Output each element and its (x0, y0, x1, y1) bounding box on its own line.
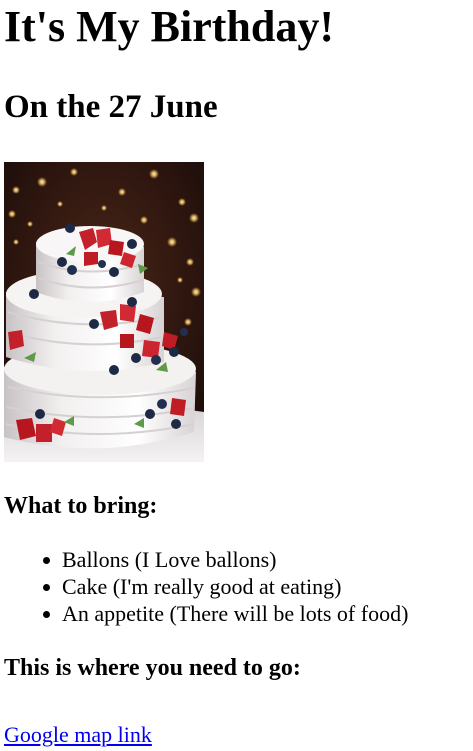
birthday-cake-image (4, 162, 204, 462)
list-item: Cake (I'm really good at eating) (43, 573, 469, 600)
google-map-link[interactable]: Google map link (4, 722, 152, 748)
page: It's My Birthday! On the 27 June What to… (0, 0, 473, 748)
directions-heading: This is where you need to go: (4, 655, 301, 681)
bring-list: Ballons (I Love ballons) Cake (I'm reall… (4, 546, 469, 627)
list-item: Ballons (I Love ballons) (43, 546, 469, 573)
date-heading: On the 27 June (4, 89, 218, 125)
bring-heading: What to bring: (4, 493, 158, 519)
list-item: An appetite (There will be lots of food) (43, 600, 469, 627)
cake-illustration (4, 162, 204, 462)
page-title: It's My Birthday! (4, 2, 334, 51)
